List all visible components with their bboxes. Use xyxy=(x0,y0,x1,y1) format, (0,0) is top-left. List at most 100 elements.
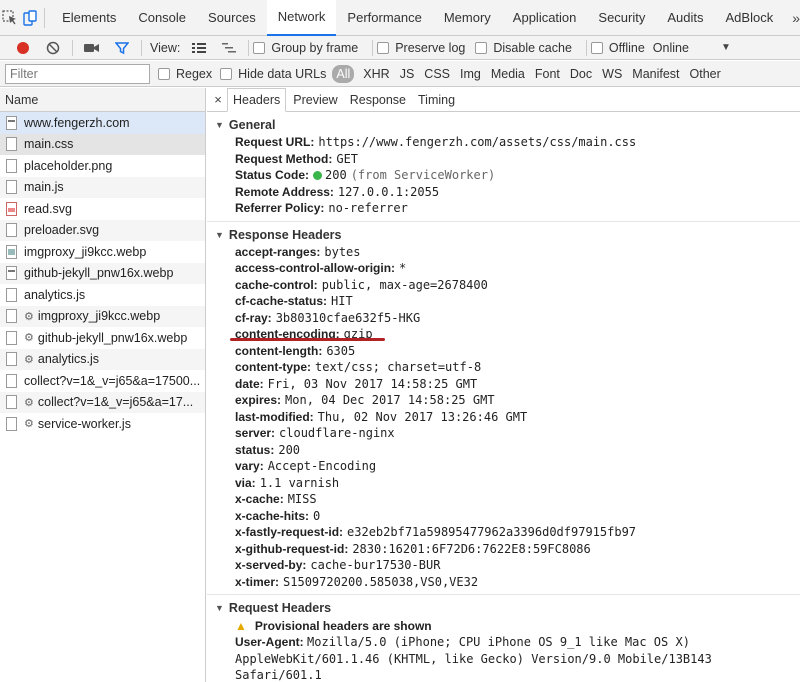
inspect-element-icon[interactable] xyxy=(0,0,20,36)
tab-audits[interactable]: Audits xyxy=(656,0,714,36)
type-filter-other[interactable]: Other xyxy=(685,65,726,83)
hide-data-urls-label: Hide data URLs xyxy=(238,66,327,81)
header-value: Mon, 04 Dec 2017 14:58:25 GMT xyxy=(285,393,495,408)
file-icon xyxy=(6,373,17,388)
header-key: cf-cache-status: xyxy=(235,294,328,309)
record-button[interactable] xyxy=(8,36,38,60)
response-header-row: via: 1.1 varnish xyxy=(215,475,800,492)
capture-screenshots-icon[interactable] xyxy=(77,36,107,60)
regex-checkbox[interactable]: Regex xyxy=(158,67,212,81)
file-icon xyxy=(6,416,17,431)
checkbox-box[interactable] xyxy=(377,41,390,54)
checkbox-box[interactable] xyxy=(220,67,233,80)
request-row[interactable]: github-jekyll_pnw16x.webp xyxy=(0,262,205,284)
tab-network[interactable]: Network xyxy=(266,0,337,36)
request-details: × Headers Preview Response Timing ▼ General … xyxy=(207,88,800,682)
response-headers-header[interactable]: ▼ Response Headers xyxy=(215,226,800,244)
checkbox-box[interactable] xyxy=(475,41,488,54)
request-row[interactable]: analytics.js xyxy=(0,284,205,306)
overview-icon[interactable] xyxy=(214,36,244,60)
request-row[interactable]: ⚙ github-jekyll_pnw16x.webp xyxy=(0,327,205,349)
image-file-icon xyxy=(6,244,17,259)
file-icon xyxy=(6,309,17,324)
checkbox-box[interactable] xyxy=(158,67,170,80)
request-row[interactable]: read.svg xyxy=(0,198,205,220)
preserve-log-checkbox[interactable]: Preserve log xyxy=(377,41,465,55)
tab-performance[interactable]: Performance xyxy=(336,0,432,36)
offline-checkbox[interactable]: Offline xyxy=(590,41,645,55)
type-filter-media[interactable]: Media xyxy=(486,65,530,83)
name-column-header[interactable]: Name xyxy=(0,88,205,112)
large-rows-icon[interactable] xyxy=(184,36,214,60)
request-headers-header[interactable]: ▼ Request Headers xyxy=(215,599,800,617)
header-value: 0 xyxy=(313,508,321,523)
filter-bar: Regex Hide data URLs AllXHRJSCSSImgMedia… xyxy=(0,61,800,87)
request-row[interactable]: www.fengerzh.com xyxy=(0,112,205,134)
panel-tabs: Elements Console Sources Network Performance… xyxy=(51,0,784,36)
request-row[interactable]: ⚙ imgproxy_ji9kcc.webp xyxy=(0,305,205,327)
type-filter-css[interactable]: CSS xyxy=(419,65,455,83)
request-row[interactable]: preloader.svg xyxy=(0,219,205,241)
file-icon xyxy=(6,137,17,152)
header-value: https://www.fengerzh.com/assets/css/main… xyxy=(318,135,637,150)
response-header-row: access-control-allow-origin: * xyxy=(215,260,800,277)
request-name: imgproxy_ji9kcc.webp xyxy=(37,309,161,324)
type-filter-xhr[interactable]: XHR xyxy=(358,65,394,83)
type-filter-img[interactable]: Img xyxy=(455,65,486,83)
chevron-down-icon[interactable]: ▼ xyxy=(721,42,731,53)
provisional-warning: ▲ Provisional headers are shown xyxy=(215,617,800,634)
type-filter-doc[interactable]: Doc xyxy=(565,65,597,83)
request-row[interactable]: ⚙ collect?v=1&_v=j65&a=17... xyxy=(0,391,205,413)
tab-application[interactable]: Application xyxy=(502,0,588,36)
request-row[interactable]: ⚙ service-worker.js xyxy=(0,413,205,435)
tab-adblock[interactable]: AdBlock xyxy=(715,0,785,36)
type-filter-font[interactable]: Font xyxy=(530,65,565,83)
resource-type-filters: All XHR JS CSS Img Media Font Doc WS Manifest Othe… xyxy=(332,64,726,83)
filter-input[interactable] xyxy=(5,63,150,84)
general-header[interactable]: ▼ General xyxy=(215,116,800,134)
tab-headers[interactable]: Headers xyxy=(227,88,287,112)
header-value: Accept-Encoding xyxy=(267,459,377,474)
checkbox-box[interactable] xyxy=(590,41,603,54)
device-toolbar-icon[interactable] xyxy=(20,0,40,36)
divider xyxy=(372,39,374,56)
request-row[interactable]: imgproxy_ji9kcc.webp xyxy=(0,241,205,263)
group-by-frame-checkbox[interactable]: Group by frame xyxy=(253,41,358,55)
request-name: main.js xyxy=(24,180,64,195)
tab-preview[interactable]: Preview xyxy=(288,88,342,111)
header-key: x-served-by: xyxy=(235,558,307,573)
type-filter-all[interactable]: All xyxy=(332,64,355,83)
request-row[interactable]: collect?v=1&_v=j65&a=17500... xyxy=(0,370,205,392)
tab-elements[interactable]: Elements xyxy=(51,0,127,36)
tab-timing[interactable]: Timing xyxy=(413,88,460,111)
triangle-down-icon: ▼ xyxy=(215,229,224,240)
tab-response[interactable]: Response xyxy=(345,88,411,111)
throttling-select[interactable]: Online xyxy=(653,41,689,55)
tab-memory[interactable]: Memory xyxy=(433,0,502,36)
clear-button[interactable] xyxy=(38,36,68,60)
request-row[interactable]: ⚙ analytics.js xyxy=(0,348,205,370)
user-agent-row: User-Agent: Mozilla/5.0 (iPhone; CPU iPh… xyxy=(215,634,800,682)
header-key: Remote Address: xyxy=(235,184,334,199)
request-row[interactable]: main.js xyxy=(0,176,205,198)
type-filter-js[interactable]: JS xyxy=(395,65,420,83)
request-row[interactable]: main.css xyxy=(0,133,205,155)
request-name: read.svg xyxy=(24,201,72,216)
more-tabs-icon[interactable]: » xyxy=(792,10,800,26)
close-icon[interactable]: × xyxy=(209,88,227,111)
disable-cache-checkbox[interactable]: Disable cache xyxy=(475,41,572,55)
type-filter-ws[interactable]: WS xyxy=(597,65,627,83)
request-row[interactable]: placeholder.png xyxy=(0,155,205,177)
tab-console[interactable]: Console xyxy=(127,0,197,36)
response-header-list: accept-ranges: bytes access-control-allow-… xyxy=(215,244,800,591)
filter-icon[interactable] xyxy=(107,36,137,60)
hide-data-urls-checkbox[interactable]: Hide data URLs xyxy=(220,67,326,81)
tab-sources[interactable]: Sources xyxy=(197,0,267,36)
tab-security[interactable]: Security xyxy=(587,0,656,36)
checkbox-box[interactable] xyxy=(253,41,266,54)
header-key: via: xyxy=(235,475,256,490)
type-filter-manifest[interactable]: Manifest xyxy=(627,65,684,83)
file-icon xyxy=(6,330,17,345)
header-value: * xyxy=(399,261,407,276)
gear-icon: ⚙ xyxy=(24,418,34,431)
